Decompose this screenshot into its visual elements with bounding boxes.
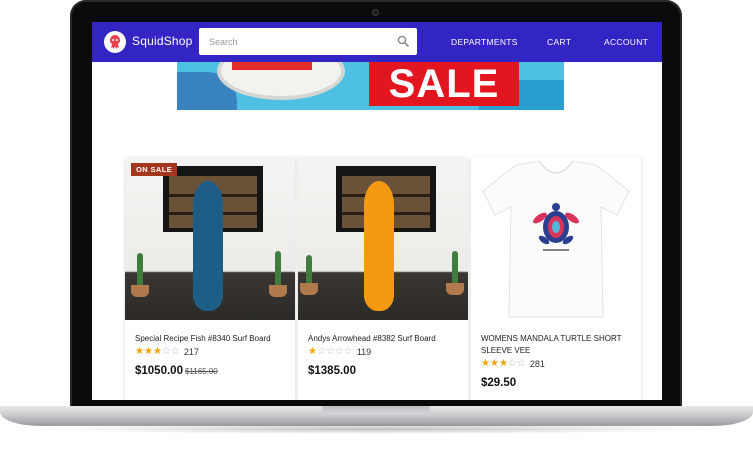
star-empty-icon: ☆	[316, 346, 326, 357]
product-card[interactable]: ON SALE Special Recipe Fish #8340 Surf B…	[125, 157, 295, 400]
sale-text: SALE	[388, 62, 500, 106]
star-empty-icon: ☆	[343, 346, 353, 357]
pot	[446, 283, 464, 295]
tshirt-image	[482, 160, 630, 318]
product-price: $1050.00 $1165.00	[135, 365, 218, 377]
review-count: 217	[183, 346, 199, 357]
current-price: $1385.00	[308, 365, 356, 377]
cactus	[137, 253, 143, 289]
star-filled-icon: ★	[143, 346, 153, 357]
sale-sign: SALE	[369, 62, 519, 106]
star-filled-icon: ★	[308, 346, 317, 357]
current-price: $29.50	[481, 377, 517, 389]
star-rating: ★★★☆☆	[481, 358, 526, 369]
pot	[131, 285, 149, 297]
laptop-notch	[322, 406, 430, 415]
cactus	[275, 251, 281, 289]
navbar: SquidShop DEPARTMENTS CART ACCOUNT	[92, 22, 662, 62]
star-filled-icon: ★	[135, 346, 144, 357]
review-count: 119	[356, 346, 372, 357]
product-price: $1385.00	[308, 365, 356, 377]
star-filled-icon: ★	[152, 346, 162, 357]
camera-icon	[372, 9, 379, 16]
product-rating: ★★★☆☆ 281	[481, 358, 545, 369]
product-price: $29.50	[481, 377, 516, 389]
original-price: $1165.00	[184, 367, 218, 376]
product-rating: ★☆☆☆☆ 119	[308, 346, 371, 357]
surfboard	[364, 181, 394, 311]
product-image[interactable]: ON SALE	[125, 157, 295, 320]
nav-cart[interactable]: CART	[547, 37, 571, 47]
product-image[interactable]	[298, 157, 468, 320]
brand-name[interactable]: SquidShop	[132, 34, 193, 48]
product-card[interactable]: WOMENS MANDALA TURTLE SHORT SLEEVE VEE ★…	[471, 157, 641, 400]
star-empty-icon: ☆	[334, 346, 344, 357]
pot	[300, 283, 318, 295]
product-image[interactable]	[471, 157, 641, 320]
star-filled-icon: ★	[498, 358, 508, 369]
star-filled-icon: ★	[489, 358, 499, 369]
star-empty-icon: ☆	[516, 358, 526, 369]
on-sale-badge: ON SALE	[131, 163, 178, 176]
squid-logo-icon	[110, 35, 120, 49]
star-rating: ★★★☆☆	[135, 346, 180, 357]
search-box	[199, 28, 417, 55]
promo-banner[interactable]: SALE	[177, 62, 564, 110]
laptop-shadow	[40, 424, 713, 434]
screen: SquidShop DEPARTMENTS CART ACCOUNT SALE	[92, 22, 662, 400]
star-empty-icon: ☆	[507, 358, 517, 369]
cactus	[452, 251, 458, 287]
nav-account[interactable]: ACCOUNT	[604, 37, 648, 47]
star-empty-icon: ☆	[161, 346, 171, 357]
banner-red-bar	[232, 62, 312, 70]
star-rating: ★☆☆☆☆	[308, 346, 353, 357]
review-count: 281	[529, 358, 545, 369]
product-title[interactable]: Special Recipe Fish #8340 Surf Board	[135, 333, 287, 345]
surfboard	[193, 181, 223, 311]
product-rating: ★★★☆☆ 217	[135, 346, 199, 357]
search-input[interactable]	[207, 32, 391, 52]
current-price: $1050.00	[135, 365, 183, 377]
product-title[interactable]: Andys Arrowhead #8382 Surf Board	[308, 333, 460, 345]
pot	[269, 285, 287, 297]
search-icon[interactable]	[397, 35, 409, 47]
nav-departments[interactable]: DEPARTMENTS	[451, 37, 518, 47]
logo[interactable]	[104, 31, 126, 53]
star-empty-icon: ☆	[170, 346, 180, 357]
product-card[interactable]: Andys Arrowhead #8382 Surf Board ★☆☆☆☆ 1…	[298, 157, 468, 400]
star-filled-icon: ★	[481, 358, 490, 369]
star-empty-icon: ☆	[325, 346, 335, 357]
product-title[interactable]: WOMENS MANDALA TURTLE SHORT SLEEVE VEE	[481, 333, 633, 357]
